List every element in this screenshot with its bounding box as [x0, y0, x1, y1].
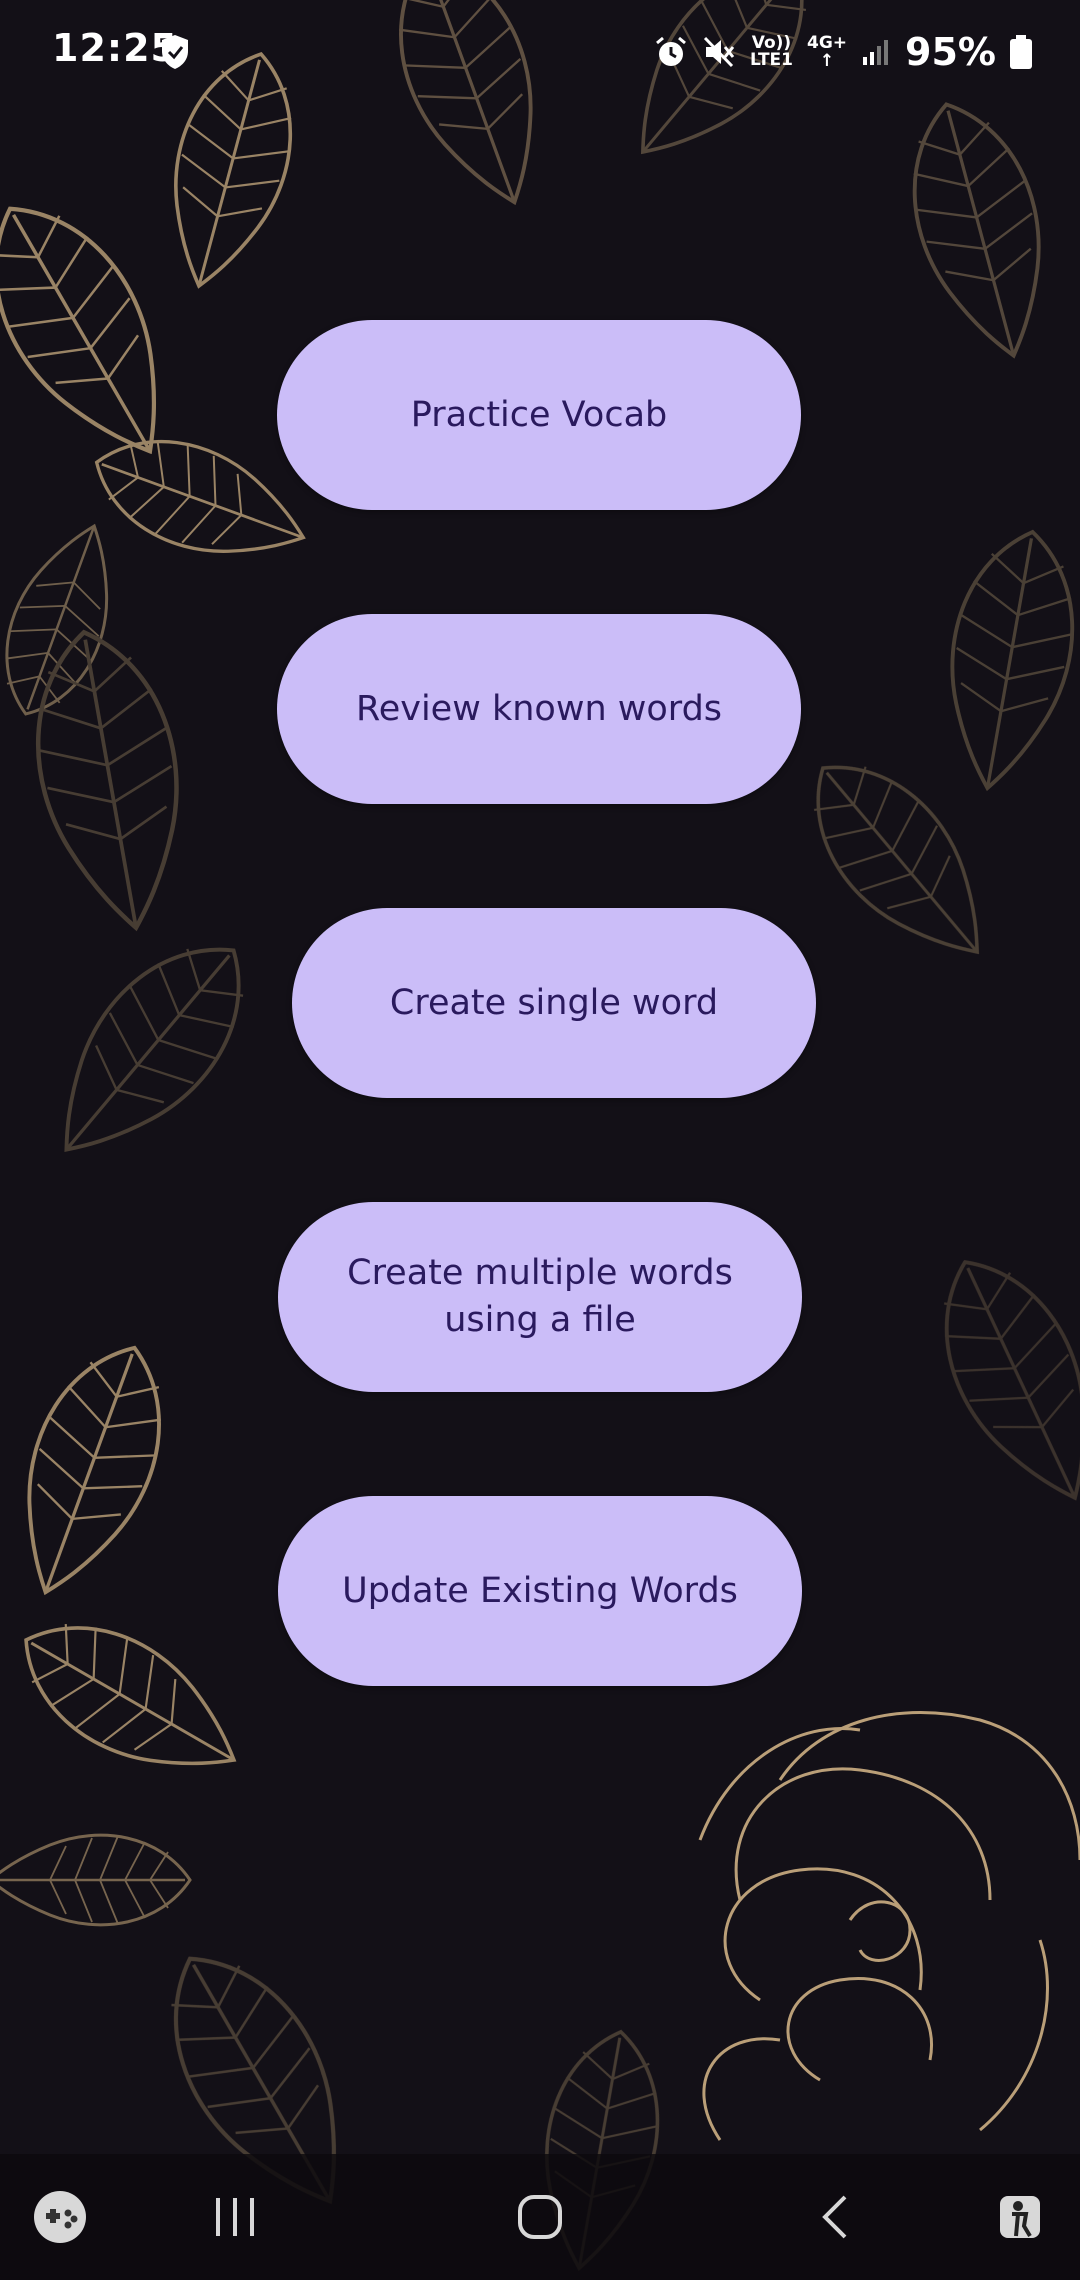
recents-icon	[216, 2198, 254, 2236]
create-multiple-words-button[interactable]: Create multiple words using a file	[278, 1202, 802, 1392]
accessibility-button[interactable]	[980, 2154, 1060, 2280]
status-icons: Vo)) LTE1 4G+ ↑ 95%	[654, 22, 1032, 82]
create-single-word-label: Create single word	[389, 982, 719, 1023]
back-icon	[822, 2195, 847, 2239]
home-button[interactable]	[490, 2154, 590, 2280]
game-launcher-button[interactable]	[20, 2154, 100, 2280]
practice-vocab-button[interactable]: Practice Vocab	[277, 320, 801, 510]
review-known-words-button[interactable]: Review known words	[277, 614, 801, 804]
shield-icon	[162, 35, 188, 69]
network-type-label: 4G+	[807, 33, 848, 53]
game-launcher-icon	[34, 2191, 86, 2243]
mute-icon	[703, 36, 735, 68]
recents-button[interactable]	[190, 2154, 280, 2280]
update-existing-words-button[interactable]: Update Existing Words	[278, 1496, 802, 1686]
network-indicator: 4G+ ↑	[807, 34, 847, 70]
review-known-words-label: Review known words	[355, 688, 723, 729]
battery-percent: 95%	[905, 30, 996, 74]
practice-vocab-label: Practice Vocab	[410, 394, 668, 435]
network-arrow: ↑	[819, 51, 835, 71]
status-bar: 12:25 Vo)) LTE1 4G+ ↑ 95%	[0, 0, 1080, 110]
back-button[interactable]	[790, 2154, 880, 2280]
alarm-icon	[655, 36, 686, 66]
update-existing-words-label: Update Existing Words	[342, 1570, 738, 1611]
accessibility-icon	[1000, 2196, 1040, 2238]
app-screen: 12:25 Vo)) LTE1 4G+ ↑ 95% Practice Vocab…	[0, 0, 1080, 2280]
create-multiple-words-label-line2: using a file	[444, 1300, 636, 1340]
signal-icon	[863, 40, 889, 65]
home-icon	[518, 2195, 562, 2239]
lte-label: LTE1	[749, 50, 793, 70]
create-single-word-button[interactable]: Create single word	[292, 908, 816, 1098]
create-multiple-words-label-line1: Create multiple words	[347, 1253, 733, 1293]
volte-indicator: Vo)) LTE1	[750, 35, 793, 69]
navigation-bar	[0, 2154, 1080, 2280]
battery-icon	[1010, 35, 1032, 69]
